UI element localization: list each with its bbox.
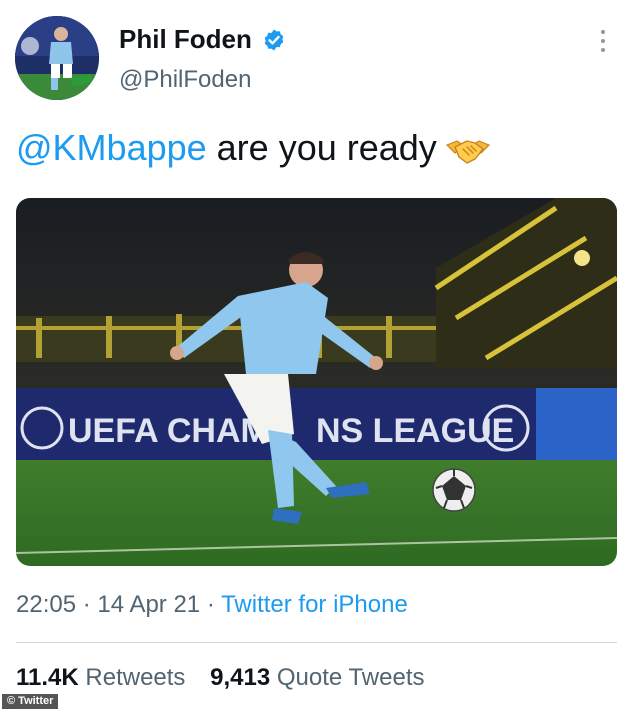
meta-separator: · [206, 591, 215, 618]
author-name-row[interactable]: Phil Foden [119, 24, 286, 55]
tweet-body-text: are you ready [206, 127, 437, 168]
football-ball [432, 468, 476, 512]
quote-tweets-label: Quote Tweets [276, 664, 425, 691]
handshake-emoji [445, 140, 490, 165]
tweet-time[interactable]: 22:05 [16, 591, 76, 618]
verified-badge-icon [264, 29, 284, 50]
divider [16, 642, 617, 643]
retweets-stat[interactable]: 11.4K Retweets [16, 664, 185, 691]
tweet-media-image[interactable]: UEFA CHAMP NS LEAGUE [16, 198, 617, 566]
author-display-name[interactable]: Phil Foden [119, 24, 252, 55]
tweet-date[interactable]: 14 Apr 21 [97, 591, 200, 618]
tweet-meta: 22:05 · 14 Apr 21 · Twitter for iPhone [16, 591, 408, 619]
author-handle[interactable]: @PhilFoden [119, 66, 251, 94]
avatar[interactable] [15, 16, 99, 100]
tweet-stats: 11.4K Retweets 9,413 Quote Tweets [16, 664, 443, 692]
tweet-text: @KMbappe are you ready [16, 127, 491, 169]
image-credit: © Twitter [2, 694, 59, 709]
quote-tweets-count: 9,413 [210, 664, 271, 691]
tweet-source-link[interactable]: Twitter for iPhone [221, 591, 408, 618]
avatar-image [15, 16, 99, 100]
retweets-label: Retweets [85, 664, 186, 691]
retweets-count: 11.4K [16, 664, 79, 691]
football-photo: UEFA CHAMP NS LEAGUE [16, 198, 617, 566]
more-options-icon[interactable] [596, 30, 610, 56]
meta-separator: · [82, 591, 91, 618]
quote-tweets-stat[interactable]: 9,413 Quote Tweets [210, 664, 424, 691]
mention-link[interactable]: @KMbappe [16, 127, 207, 168]
